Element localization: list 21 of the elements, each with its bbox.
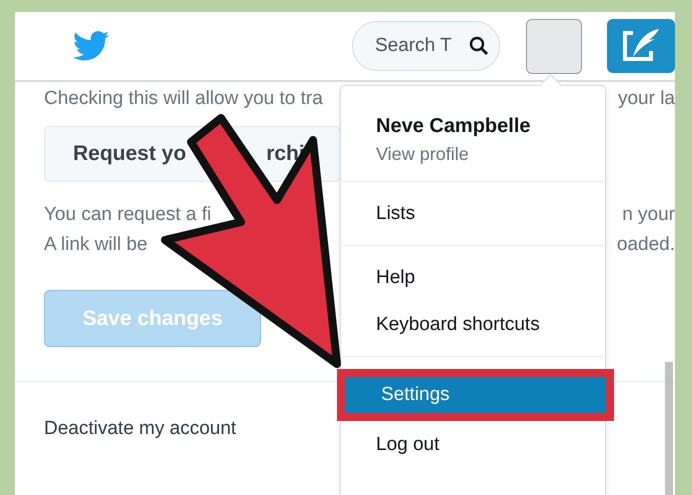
- menu-item[interactable]: Settings: [345, 377, 606, 413]
- user-name: Neve Campbelle: [376, 115, 532, 138]
- paragraph-text: n your: [622, 203, 675, 227]
- deactivate-link[interactable]: Deactivate my account: [44, 418, 236, 440]
- compose-button[interactable]: [607, 19, 675, 73]
- view-profile-link[interactable]: View profile: [376, 144, 469, 165]
- avatar[interactable]: [526, 18, 582, 74]
- menu-item[interactable]: Help: [340, 254, 606, 301]
- bird-logo[interactable]: [73, 31, 109, 61]
- menu-item[interactable]: Lists: [340, 190, 606, 237]
- search-icon: [469, 36, 489, 56]
- menu-item[interactable]: Keyboard shortcuts: [340, 301, 606, 348]
- search-input[interactable]: Search T: [373, 34, 465, 58]
- menu-item[interactable]: Log out: [340, 421, 606, 468]
- paragraph-text: oaded.: [616, 233, 675, 257]
- paragraph-text: You can request a fi: [44, 203, 212, 227]
- paragraph-text: A link will be: [44, 233, 148, 257]
- notice-text: your la: [618, 87, 675, 111]
- search-bar[interactable]: Search T: [352, 21, 500, 71]
- scrollbar[interactable]: [665, 362, 673, 495]
- notice-text: Checking this will allow you to tra: [44, 87, 323, 111]
